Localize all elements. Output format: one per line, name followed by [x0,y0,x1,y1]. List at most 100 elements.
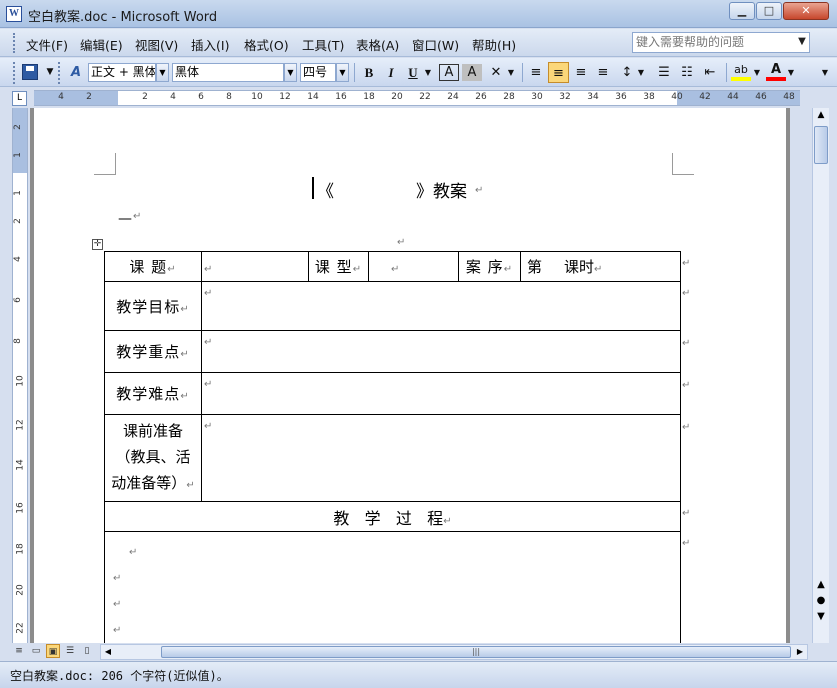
highlight-button[interactable]: ab [731,62,751,81]
toolbar-separator [354,63,355,82]
font-combo[interactable]: 黑体 [172,63,284,82]
save-icon[interactable] [22,64,38,80]
teaching-process-header-cell[interactable]: 教 学 过 程↵ [104,501,681,532]
topic-value-cell[interactable]: ↵ [201,251,309,282]
menu-file[interactable]: 文件(F) [26,35,68,54]
vertical-ruler[interactable]: 2 1 1 2 4 6 8 10 12 14 16 18 20 22 [12,108,28,643]
scroll-left-arrow-icon[interactable]: ◀ [101,645,115,659]
select-browse-object-icon[interactable]: ● [814,594,828,608]
style-combo-arrow-icon[interactable]: ▼ [156,63,169,82]
preparation-value-cell[interactable]: ↵ [201,414,681,502]
underline-options-icon[interactable]: ▼ [423,62,433,83]
ruler-mark: 20 [391,92,403,102]
title-open-bracket[interactable]: 《 [317,177,334,202]
font-color-options-icon[interactable]: ▼ [786,62,796,83]
menu-insert[interactable]: 插入(I) [191,35,229,54]
style-combo[interactable]: 正文 + 黑体 [88,63,156,82]
next-page-icon[interactable]: ▼ [814,610,828,624]
vertical-scrollbar[interactable]: ▲ ▲ ● ▼ [812,108,829,643]
toolbar-grip-handle-2[interactable] [58,62,62,84]
character-border-button[interactable]: A [439,64,459,81]
key-points-value-cell[interactable]: ↵ [201,330,681,373]
document-page[interactable]: 《 》教案 ↵ — ↵ ↵ ✛ 课 题↵ ↵ 课 型↵ ↵ 案 序↵ 第课时↵ … [34,108,786,643]
web-layout-view-icon[interactable]: ▭ [29,644,43,658]
previous-page-icon[interactable]: ▲ [814,578,828,592]
menu-help[interactable]: 帮助(H) [472,35,516,54]
help-dropdown-arrow-icon[interactable]: ▼ [796,34,808,50]
menu-tools[interactable]: 工具(T) [302,35,344,54]
line-spacing-options-icon[interactable]: ▼ [636,62,646,83]
vruler-mark: 1 [12,152,23,158]
align-right-button[interactable]: ≡ [571,62,591,83]
character-scaling-options-icon[interactable]: ▼ [506,62,516,83]
toolbar-grip-handle[interactable] [13,62,17,84]
scroll-right-arrow-icon[interactable]: ▶ [793,645,807,659]
horizontal-scroll-thumb[interactable]: ||| [161,646,791,658]
objectives-value-cell[interactable]: ↵ [201,281,681,331]
objectives-label-cell[interactable]: 教学目标↵ [104,281,202,331]
close-button[interactable]: ✕ [783,2,829,20]
menu-format[interactable]: 格式(O) [244,35,289,54]
scroll-up-arrow-icon[interactable]: ▲ [814,110,828,124]
maximize-button[interactable]: □ [756,2,782,20]
font-color-button[interactable]: A [766,62,786,81]
toolbar-options-icon[interactable]: ▼ [44,62,56,83]
styles-pane-icon[interactable]: A [66,62,86,83]
character-scaling-icon[interactable]: ✕ [486,62,506,83]
teaching-process-content-cell[interactable]: ↵ ↵ ↵ ↵ [104,531,681,643]
title-close-bracket[interactable]: 》教案 [416,177,467,202]
highlight-options-icon[interactable]: ▼ [752,62,762,83]
print-layout-view-icon[interactable]: ▣ [46,644,60,658]
decrease-indent-icon[interactable]: ⇤ [700,62,720,83]
difficulties-label-cell[interactable]: 教学难点↵ [104,372,202,415]
character-shading-button[interactable]: A [462,64,482,81]
font-combo-arrow-icon[interactable]: ▼ [284,63,297,82]
vruler-mark: 2 [12,124,23,130]
tab-stop-selector-icon[interactable]: L [12,91,27,106]
period-cell[interactable]: 第 课时↵ [520,251,681,282]
underline-button[interactable]: U [403,62,423,83]
vruler-mark: 8 [12,338,23,344]
type-label-cell[interactable]: 课 型↵ [308,251,369,282]
key-points-label-cell[interactable]: 教学重点↵ [104,330,202,373]
line-spacing-icon[interactable]: ↕ [618,62,636,83]
bullets-icon[interactable]: ☷ [677,62,697,83]
vruler-mark: 16 [15,502,26,514]
difficulties-value-cell[interactable]: ↵ [201,372,681,415]
table-move-handle-icon[interactable]: ✛ [92,239,103,250]
preparation-label-cell[interactable]: 课前准备 （教具、活 动准备等）↵ [104,414,202,502]
word-app-icon[interactable]: W [6,6,22,22]
menu-table[interactable]: 表格(A) [356,35,399,54]
reading-layout-view-icon[interactable]: ▯ [80,644,94,658]
objectives-label: 教学目标 [116,297,181,316]
horizontal-scrollbar[interactable]: ◀ ||| ▶ [100,644,808,660]
bold-button[interactable]: B [359,62,379,83]
menu-view[interactable]: 视图(V) [135,35,178,54]
order-label-cell[interactable]: 案 序↵ [458,251,521,282]
menu-edit[interactable]: 编辑(E) [80,35,123,54]
table-row: 教 学 过 程↵ [104,501,681,532]
italic-button[interactable]: I [381,62,401,83]
dash-line[interactable]: — [118,211,132,227]
type-value-cell[interactable]: ↵ [368,251,459,282]
font-size-combo[interactable]: 四号 [300,63,336,82]
normal-view-icon[interactable]: ≡ [12,644,26,658]
ruler-mark: 34 [587,92,599,102]
horizontal-ruler[interactable]: 4 2 2 4 6 8 10 12 14 16 18 20 22 24 26 2… [34,90,800,106]
document-area[interactable]: 《 》教案 ↵ — ↵ ↵ ✛ 课 题↵ ↵ 课 型↵ ↵ 案 序↵ 第课时↵ … [30,108,790,643]
numbering-icon[interactable]: ☰ [654,62,674,83]
outline-view-icon[interactable]: ☰ [63,644,77,658]
align-center-button[interactable]: ≡ [548,62,569,83]
align-left-button[interactable]: ≡ [526,62,546,83]
paragraph-mark: ↵ [475,185,484,196]
toolbar-overflow-icon[interactable]: ▼ [819,62,831,83]
topic-label-cell[interactable]: 课 题↵ [104,251,202,282]
menu-grip-handle[interactable] [13,33,17,53]
menu-window[interactable]: 窗口(W) [412,35,459,54]
justify-button[interactable]: ≡ [593,62,613,83]
ruler-mark: 12 [279,92,291,102]
minimize-button[interactable]: ▁ [729,2,755,20]
font-size-combo-arrow-icon[interactable]: ▼ [336,63,349,82]
help-search-input[interactable]: 键入需要帮助的问题 [632,32,810,53]
vertical-scroll-thumb[interactable] [814,126,828,164]
